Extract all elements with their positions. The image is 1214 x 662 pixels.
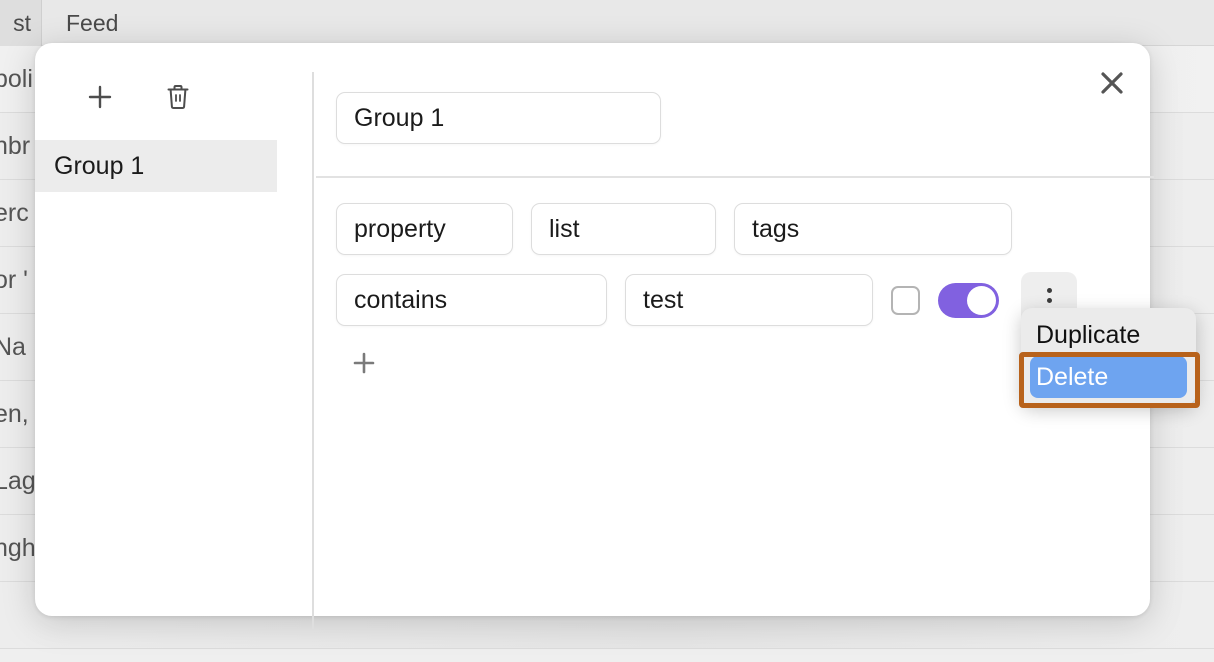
menu-item-delete[interactable]: Delete [1030,356,1187,398]
add-rule-button[interactable] [346,345,382,381]
tab-feed-label: Feed [66,9,119,36]
operator-label: contains [354,285,448,314]
field-type-label: property [354,214,446,243]
sidebar-toolbar [35,72,277,122]
rule-context-menu: Duplicate Delete [1021,308,1196,405]
source-select[interactable]: list [531,203,716,255]
tab-list-label: st [13,9,31,36]
tab-list[interactable]: st [0,0,42,46]
content-divider [316,176,1154,178]
delete-group-button[interactable] [161,80,195,114]
group-name-value: Group 1 [354,103,445,132]
menu-item-duplicate[interactable]: Duplicate [1021,314,1196,356]
operator-select[interactable]: contains [336,274,607,326]
group-list: Group 1 [35,140,277,192]
kebab-dot [1046,297,1052,303]
field-type-select[interactable]: property [336,203,513,255]
sidebar-item-group-1[interactable]: Group 1 [35,140,277,192]
menu-item-duplicate-label: Duplicate [1036,320,1141,349]
value-text: test [643,285,684,314]
menu-item-delete-label: Delete [1036,362,1109,391]
background-list-item-text: or ' [0,265,28,294]
group-name-input[interactable]: Group 1 [336,92,661,144]
background-list-item-text: Lag [0,466,36,495]
modal-sidebar: Group 1 [35,43,277,616]
app-root: st Feed poli nbr erc or ' Na en, [0,0,1214,662]
background-list-item-text: nbr [0,131,31,160]
value-input[interactable]: test [625,274,873,326]
group-editor-modal: Group 1 Group 1 property list tags conta… [35,43,1154,629]
target-select[interactable]: tags [734,203,1012,255]
background-list-item-text: poli [0,64,33,93]
rule-checkbox[interactable] [891,285,920,315]
background-list-item-text: en, [0,399,29,428]
rule-enabled-toggle[interactable] [938,282,999,318]
rule-row-source: property list tags [336,203,1150,255]
toggle-knob [967,285,996,315]
tab-feed[interactable]: Feed [48,0,136,46]
background-list-item-text: erc [0,198,29,227]
kebab-dot [1046,287,1052,293]
background-tab-bar: st Feed [0,0,1214,46]
background-list-item-text: Na [0,332,26,361]
source-label: list [549,214,580,243]
target-label: tags [752,214,800,243]
add-group-button[interactable] [83,80,117,114]
sidebar-item-label: Group 1 [54,151,145,180]
